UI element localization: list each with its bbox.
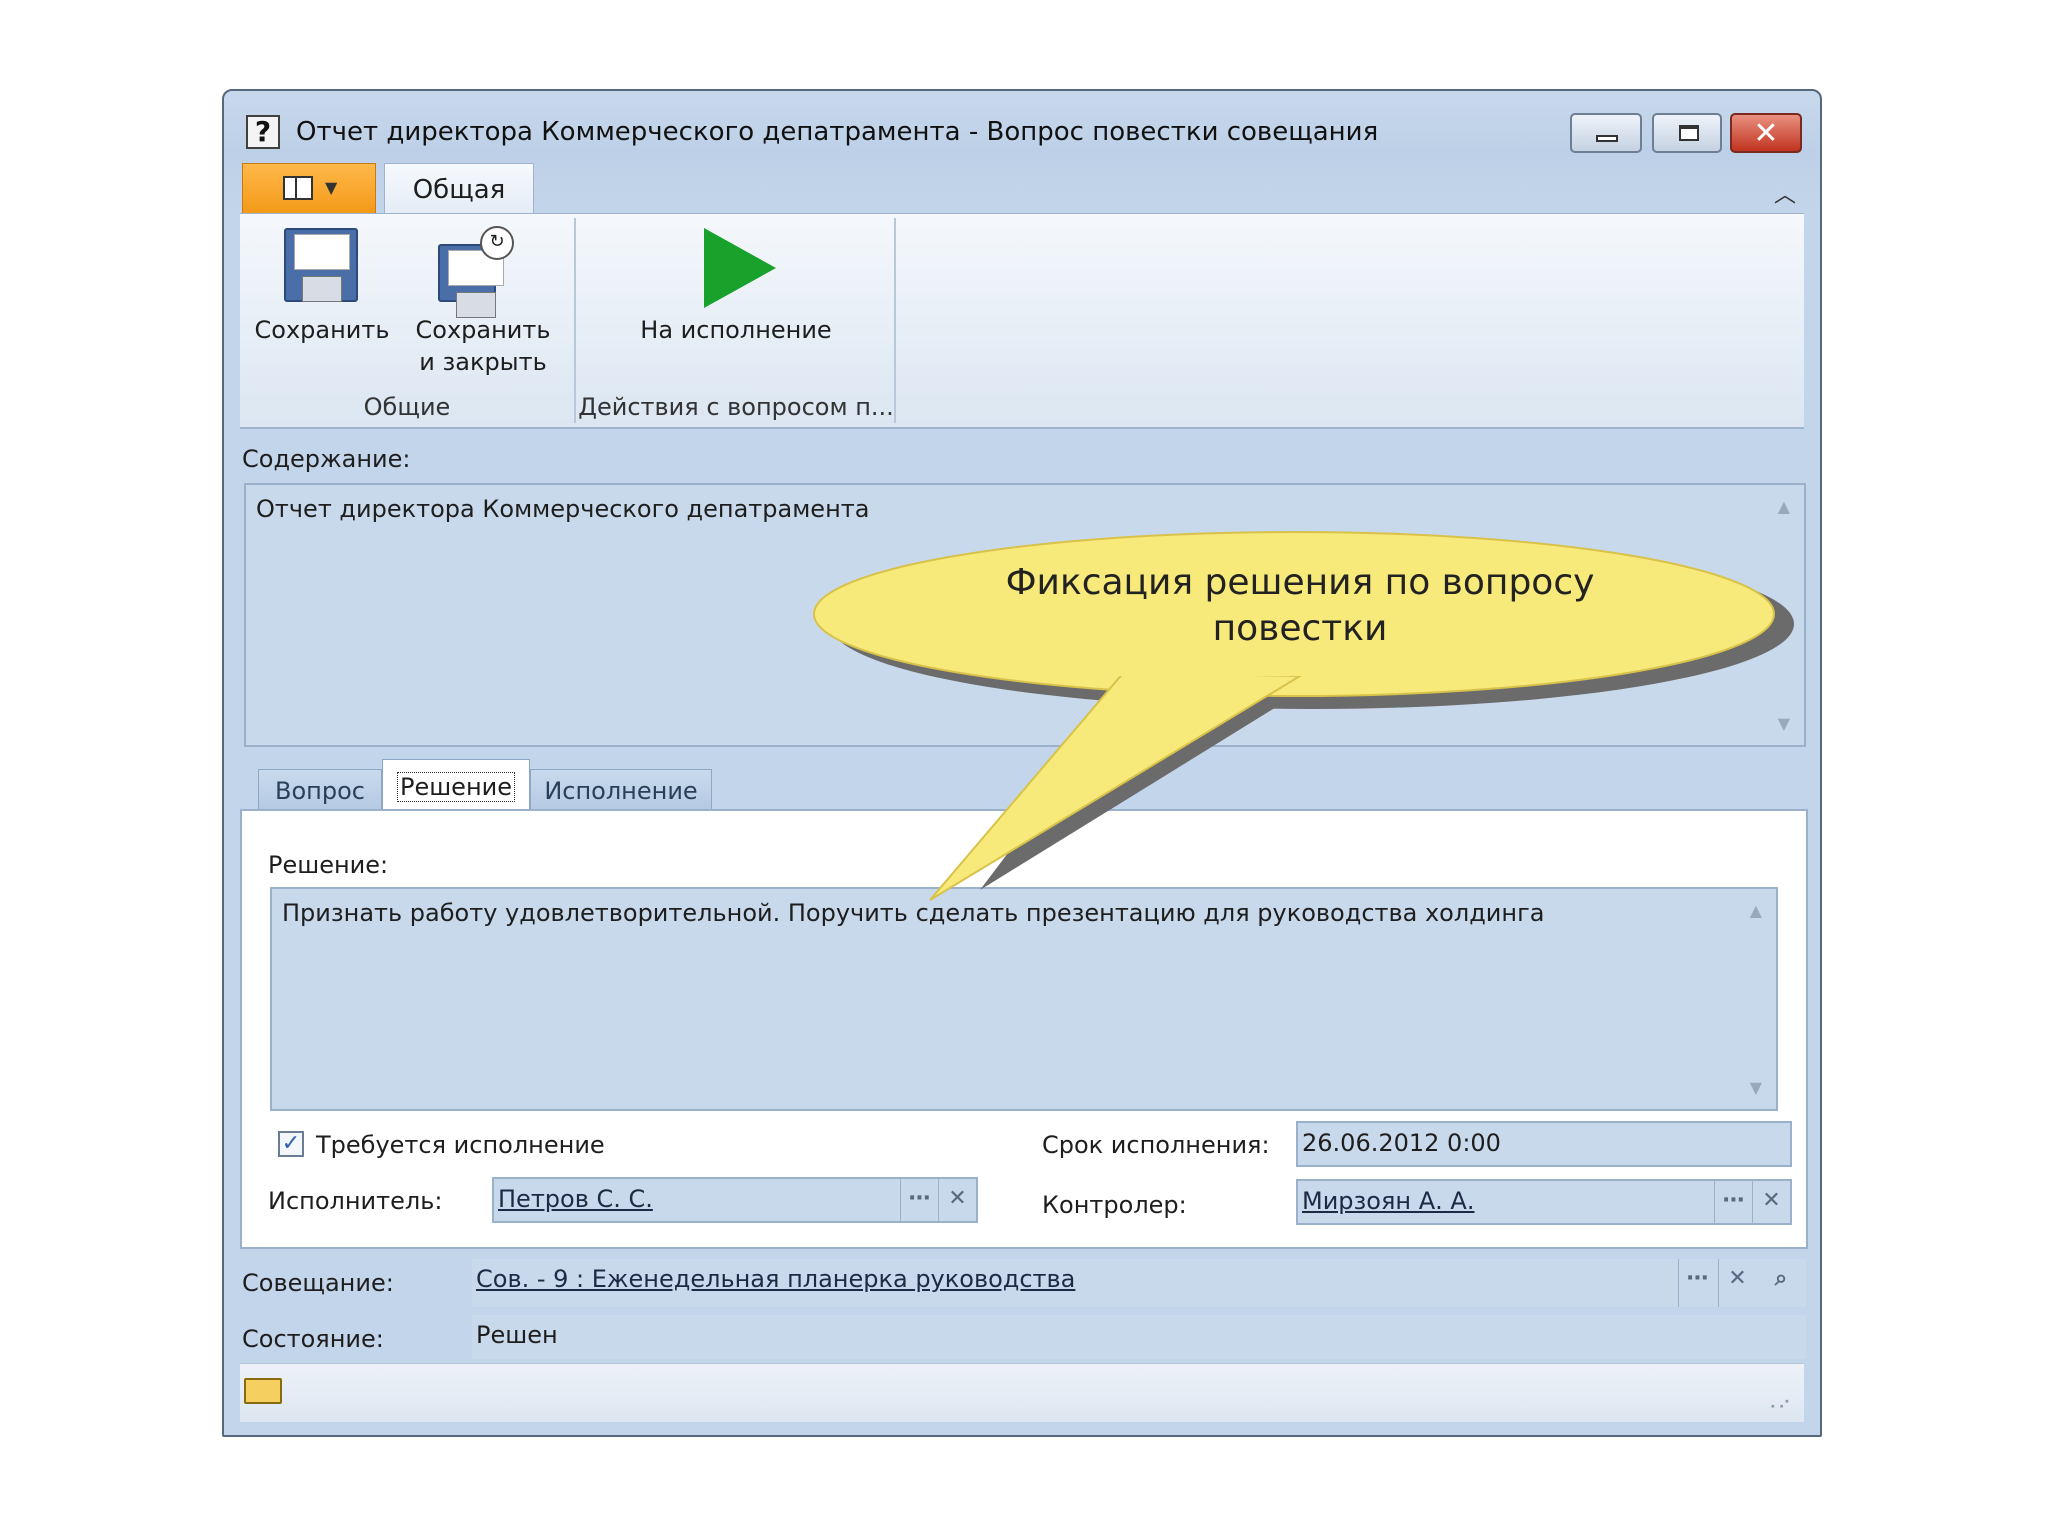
callout-line-2: повестки bbox=[1212, 608, 1388, 649]
callout-text: Фиксация решения по вопросу повестки bbox=[980, 560, 1620, 652]
callout-line-1: Фиксация решения по вопросу bbox=[1005, 562, 1595, 603]
callout-bubble bbox=[813, 531, 1794, 901]
